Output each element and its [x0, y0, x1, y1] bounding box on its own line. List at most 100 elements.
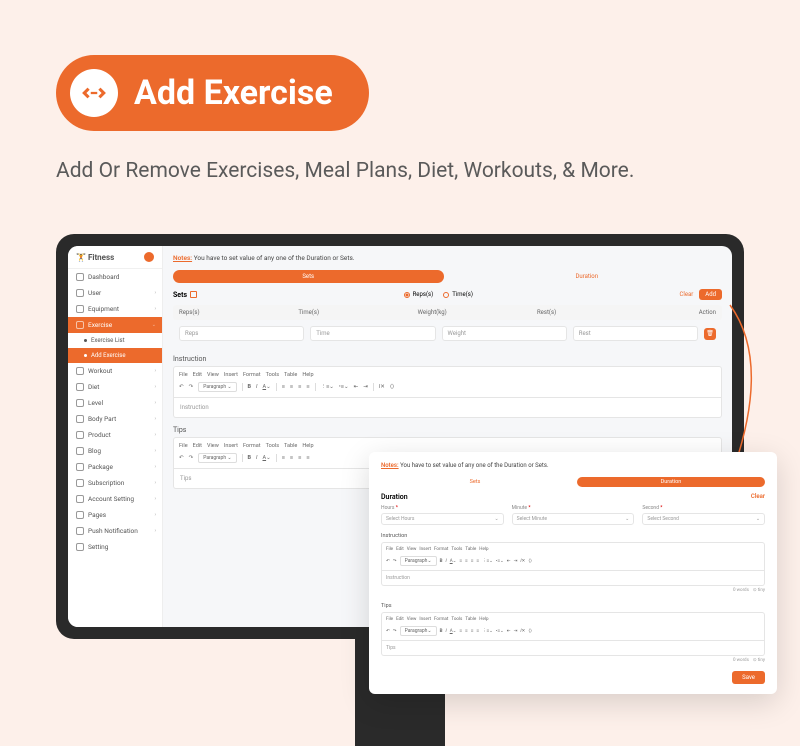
menu-tools[interactable]: Tools	[266, 372, 279, 378]
sidebar-toggle-icon[interactable]	[144, 252, 154, 262]
undo-icon[interactable]: ↶	[179, 455, 184, 461]
paragraph-select[interactable]: Paragraph⌄	[400, 626, 437, 636]
bold-icon[interactable]: B	[248, 384, 252, 390]
menu-table[interactable]: Table	[284, 372, 297, 378]
list-ordered-icon[interactable]: ⋮≡⌄	[321, 384, 334, 390]
clear-link[interactable]: Clear	[679, 291, 693, 298]
redo-icon[interactable]: ↷	[393, 629, 397, 634]
second-select[interactable]: Select Second⌄	[642, 513, 765, 525]
align-center-icon[interactable]: ≡	[290, 384, 293, 390]
align-justify-icon[interactable]: ≡	[476, 558, 479, 564]
bold-icon[interactable]: B	[440, 629, 443, 634]
list-unordered-icon[interactable]: •≡⌄	[496, 628, 504, 634]
delete-button[interactable]: 🗑	[704, 328, 716, 340]
sidebar-subitem-exercise-list[interactable]: Exercise List	[68, 333, 162, 348]
align-left-icon[interactable]: ≡	[282, 384, 285, 390]
menu-file[interactable]: File	[179, 372, 188, 378]
sidebar-item-equipment[interactable]: Equipment›	[68, 301, 162, 317]
menu-help[interactable]: Help	[479, 617, 488, 622]
menu-help[interactable]: Help	[302, 443, 313, 449]
align-left-icon[interactable]: ≡	[459, 628, 462, 634]
undo-icon[interactable]: ↶	[179, 384, 184, 390]
redo-icon[interactable]: ↷	[189, 455, 194, 461]
menu-insert[interactable]: Insert	[224, 443, 238, 449]
list-unordered-icon[interactable]: •≡⌄	[339, 384, 349, 390]
menu-file[interactable]: File	[179, 443, 188, 449]
menu-view[interactable]: View	[207, 372, 219, 378]
sidebar-item-workout[interactable]: Workout›	[68, 363, 162, 379]
redo-icon[interactable]: ↷	[393, 559, 397, 564]
sidebar-item-subscription[interactable]: Subscription›	[68, 475, 162, 491]
save-button[interactable]: Save	[732, 671, 765, 684]
time-input[interactable]: Time	[310, 326, 435, 341]
menu-edit[interactable]: Edit	[193, 372, 202, 378]
menu-tools[interactable]: Tools	[451, 547, 462, 552]
underline-icon[interactable]: A⌄	[262, 455, 270, 461]
undo-icon[interactable]: ↶	[386, 559, 390, 564]
tab-duration[interactable]: Duration	[577, 477, 765, 487]
copy-icon[interactable]	[190, 291, 197, 298]
clear-format-icon[interactable]: I✕	[520, 559, 525, 564]
outdent-icon[interactable]: ⇤	[354, 384, 359, 390]
menu-tools[interactable]: Tools	[451, 617, 462, 622]
italic-icon[interactable]: I	[256, 384, 257, 390]
align-left-icon[interactable]: ≡	[459, 558, 462, 564]
indent-icon[interactable]: ⇥	[514, 629, 518, 634]
sidebar-item-product[interactable]: Product›	[68, 427, 162, 443]
reps-input[interactable]: Reps	[179, 326, 304, 341]
clear-link[interactable]: Clear	[751, 493, 765, 501]
radio-time[interactable]: Time(s)	[443, 291, 473, 298]
menu-format[interactable]: Format	[243, 443, 261, 449]
tab-duration[interactable]: Duration	[452, 270, 723, 283]
tab-sets[interactable]: Sets	[173, 270, 444, 283]
align-center-icon[interactable]: ≡	[465, 628, 468, 634]
list-unordered-icon[interactable]: •≡⌄	[496, 558, 504, 564]
hours-select[interactable]: Select Hours⌄	[381, 513, 504, 525]
menu-help[interactable]: Help	[479, 547, 488, 552]
align-justify-icon[interactable]: ≡	[306, 384, 309, 390]
align-center-icon[interactable]: ≡	[465, 558, 468, 564]
align-left-icon[interactable]: ≡	[282, 455, 285, 461]
align-right-icon[interactable]: ≡	[471, 558, 474, 564]
list-ordered-icon[interactable]: ⋮≡⌄	[482, 628, 493, 634]
align-right-icon[interactable]: ≡	[298, 455, 301, 461]
clear-format-icon[interactable]: I✕	[379, 384, 385, 390]
menu-view[interactable]: View	[207, 443, 219, 449]
undo-icon[interactable]: ↶	[386, 629, 390, 634]
bold-icon[interactable]: B	[440, 559, 443, 564]
sidebar-item-setting[interactable]: Setting	[68, 539, 162, 555]
weight-input[interactable]: Weight	[442, 326, 567, 341]
outdent-icon[interactable]: ⇤	[507, 629, 511, 634]
menu-help[interactable]: Help	[302, 372, 313, 378]
code-icon[interactable]: ⟨⟩	[528, 629, 532, 634]
paragraph-select[interactable]: Paragraph⌄	[400, 556, 437, 566]
menu-table[interactable]: Table	[465, 617, 476, 622]
rest-input[interactable]: Rest	[573, 326, 698, 341]
indent-icon[interactable]: ⇥	[363, 384, 368, 390]
italic-icon[interactable]: I	[256, 455, 257, 461]
sidebar-item-exercise[interactable]: Exercise⌄	[68, 317, 162, 333]
code-icon[interactable]: ⟨⟩	[528, 559, 532, 564]
redo-icon[interactable]: ↷	[189, 384, 194, 390]
indent-icon[interactable]: ⇥	[514, 559, 518, 564]
sidebar-item-package[interactable]: Package›	[68, 459, 162, 475]
menu-table[interactable]: Table	[284, 443, 297, 449]
menu-view[interactable]: View	[407, 547, 417, 552]
clear-format-icon[interactable]: I✕	[520, 629, 525, 634]
menu-format[interactable]: Format	[243, 372, 261, 378]
menu-format[interactable]: Format	[434, 617, 448, 622]
list-ordered-icon[interactable]: ⋮≡⌄	[482, 558, 493, 564]
radio-reps[interactable]: Reps(s)	[404, 291, 434, 298]
menu-format[interactable]: Format	[434, 547, 448, 552]
align-right-icon[interactable]: ≡	[298, 384, 301, 390]
italic-icon[interactable]: I	[446, 629, 447, 634]
menu-tools[interactable]: Tools	[266, 443, 279, 449]
bold-icon[interactable]: B	[248, 455, 252, 461]
underline-icon[interactable]: A⌄	[450, 559, 457, 564]
outdent-icon[interactable]: ⇤	[507, 559, 511, 564]
sidebar-item-pages[interactable]: Pages›	[68, 507, 162, 523]
menu-edit[interactable]: Edit	[193, 443, 202, 449]
paragraph-select[interactable]: Paragraph ⌄	[198, 382, 236, 392]
menu-table[interactable]: Table	[465, 547, 476, 552]
sidebar-item-account[interactable]: Account Setting›	[68, 491, 162, 507]
